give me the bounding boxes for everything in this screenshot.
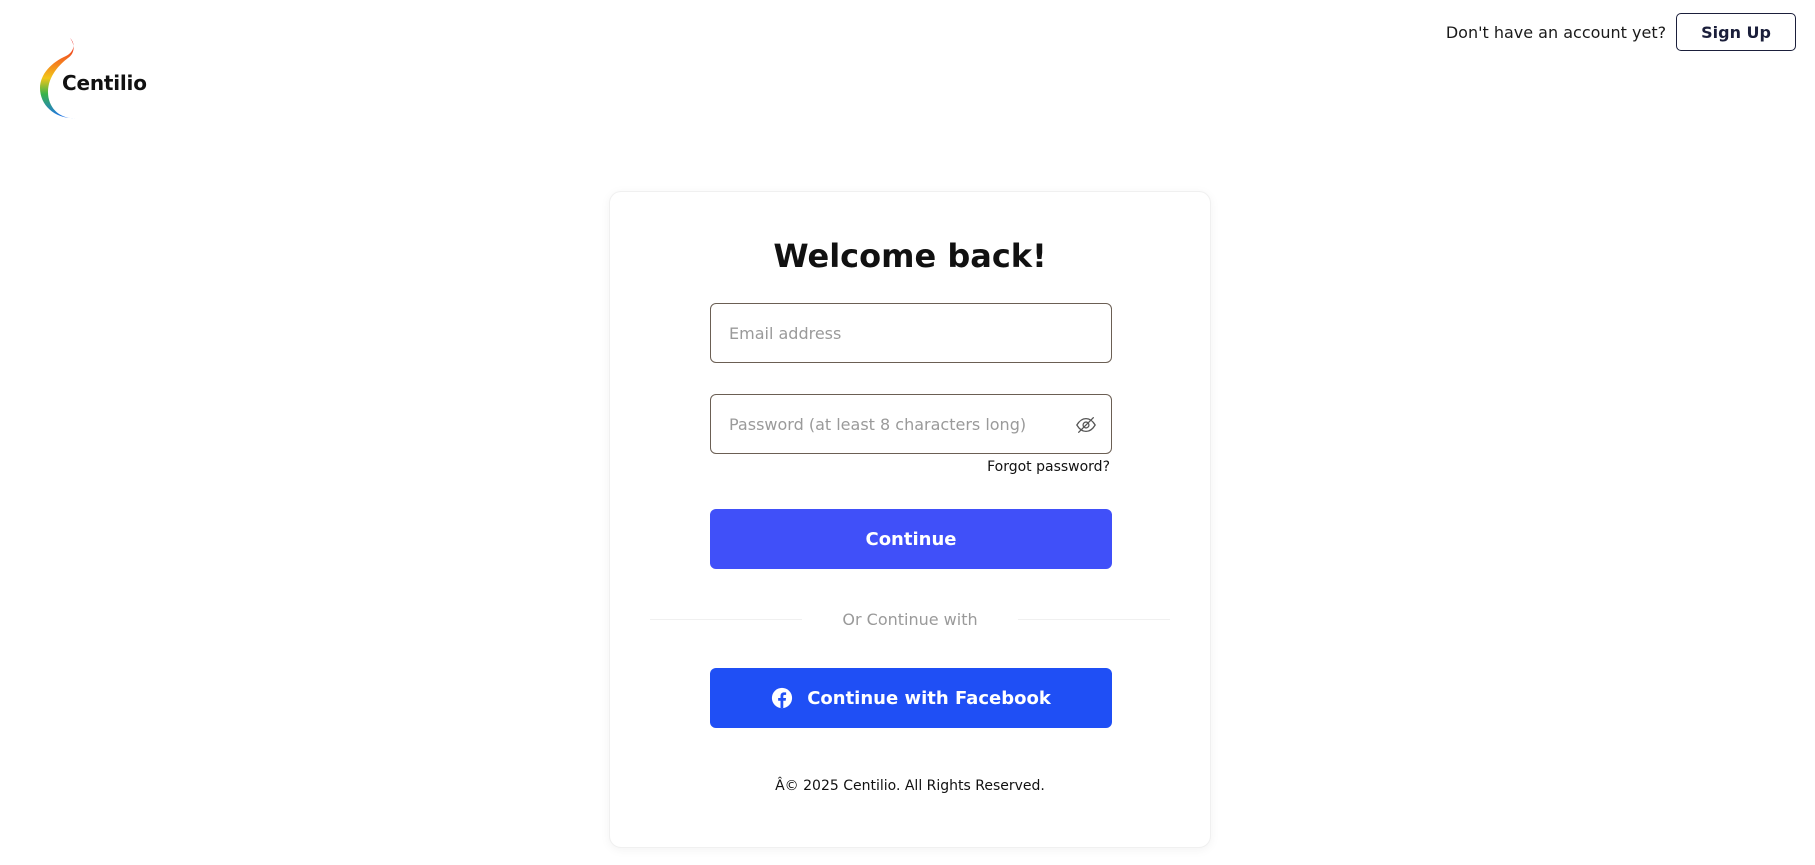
or-divider: Or Continue with	[650, 610, 1171, 629]
password-field[interactable]	[710, 394, 1112, 454]
signup-area: Don't have an account yet? Sign Up	[1446, 13, 1796, 51]
copyright-text: Â© 2025 Centilio. All Rights Reserved.	[775, 778, 1045, 794]
login-card: Welcome back! Forgot password? Continue …	[609, 191, 1211, 848]
eye-slash-icon[interactable]	[1075, 414, 1097, 436]
divider-line-right	[1017, 619, 1171, 620]
login-page: Centilio Don't have an account yet? Sign…	[0, 0, 1815, 865]
forgot-password-link[interactable]: Forgot password?	[987, 459, 1110, 475]
divider-line-left	[650, 619, 803, 620]
continue-with-facebook-button[interactable]: Continue with Facebook	[710, 668, 1112, 728]
signup-prompt: Don't have an account yet?	[1445, 22, 1667, 42]
email-field[interactable]	[710, 303, 1112, 363]
sign-up-button[interactable]: Sign Up	[1676, 13, 1796, 51]
facebook-button-label: Continue with Facebook	[807, 687, 1051, 709]
divider-text: Or Continue with	[842, 610, 978, 629]
password-input[interactable]	[711, 395, 1111, 453]
email-input[interactable]	[711, 304, 1111, 362]
facebook-icon	[772, 687, 793, 709]
brand-name: Centilio	[62, 71, 147, 95]
page-title: Welcome back!	[773, 237, 1047, 275]
brand-logo[interactable]: Centilio	[36, 36, 147, 126]
continue-button[interactable]: Continue	[710, 509, 1112, 569]
